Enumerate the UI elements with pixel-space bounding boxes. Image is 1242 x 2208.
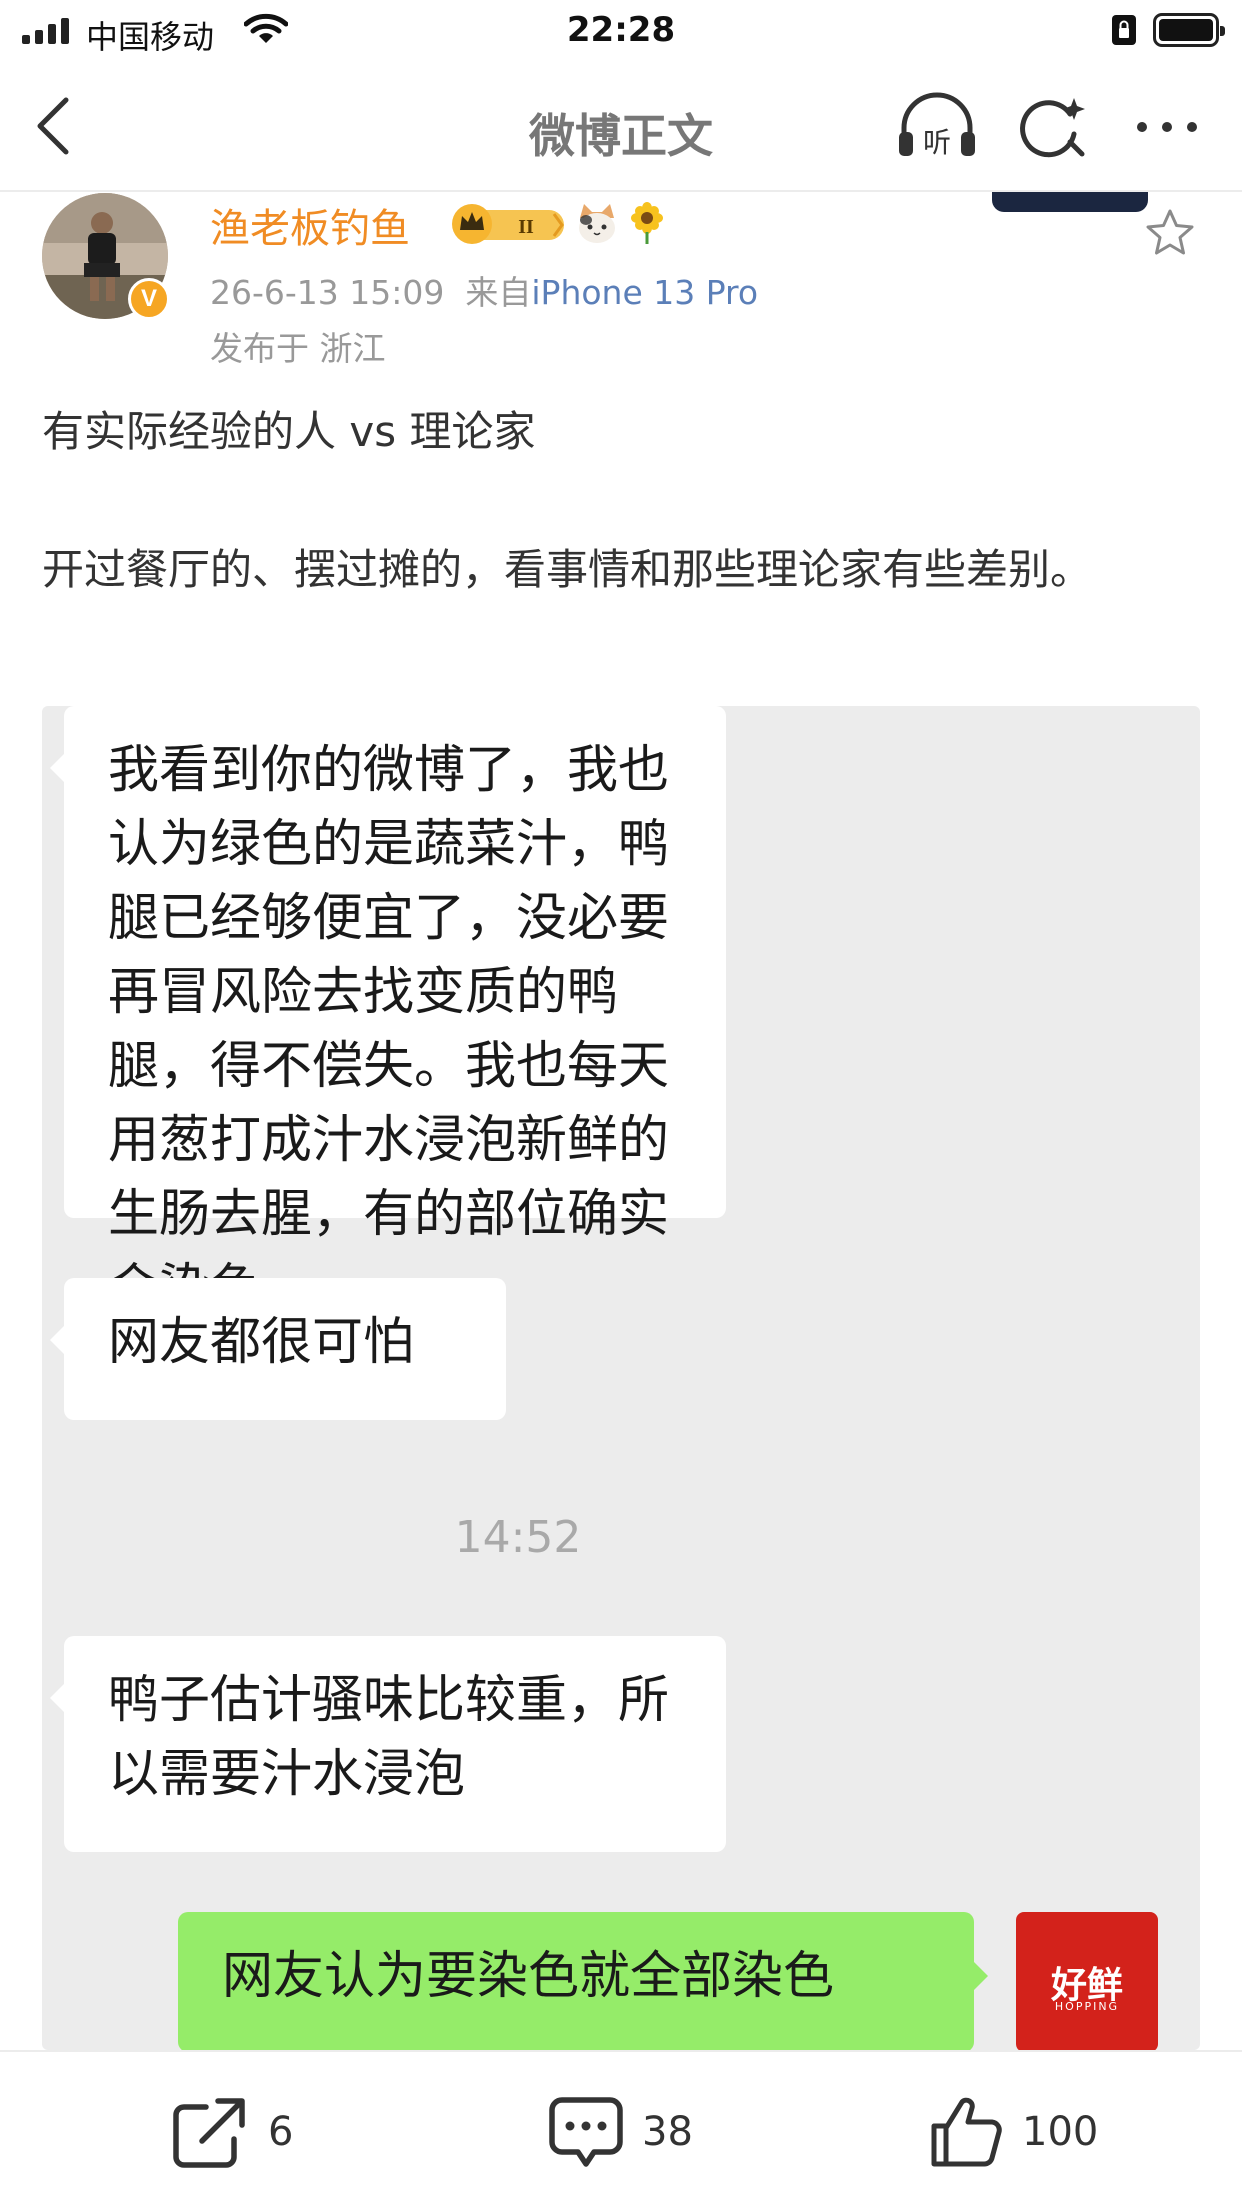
chat-bubble-received: 鸭子估计骚味比较重，所以需要汁水浸泡 [50,1636,726,1852]
status-time: 22:28 [566,10,676,50]
comment-button[interactable]: 38 [548,2092,693,2172]
source-prefix: 来自 [465,273,532,312]
author-name[interactable]: 渔老板钓鱼 [210,196,410,254]
post-paragraph: 有实际经验的人 vs 理论家 [42,407,536,456]
battery-icon [1153,13,1225,47]
listen-icon[interactable]: 听 [896,92,978,162]
sunflower-emoji-icon [631,202,663,244]
share-button[interactable]: 6 [170,2092,293,2172]
post-image[interactable]: 我看到你的微博了，我也认为绿色的是蔬菜汁，鸭腿已经够便宜了，没必要再冒风险去找变… [42,706,1200,2050]
comment-icon [549,2097,623,2167]
share-icon [173,2098,245,2168]
bottom-action-bar: 6 38 100 [0,2050,1242,2208]
more-icon[interactable] [1132,112,1202,142]
chat-time-divider: 14:52 [454,1512,582,1563]
cat-emoji-icon [579,204,615,243]
logo-subtext: HOPPING [1054,2000,1120,2013]
device-link[interactable]: iPhone 13 Pro [531,273,758,312]
svg-text:听: 听 [923,126,951,159]
search-sparkle-icon[interactable] [1020,92,1090,162]
chat-bubble-received: 网友都很可怕 [50,1278,506,1420]
post-paragraph: 开过餐厅的、摆过摊的，看事情和那些理论家有些差别。 [42,545,1093,594]
like-count: 100 [1022,2109,1099,2155]
decorative-banner [992,192,1148,212]
status-bar: 中国移动 22:28 [0,0,1242,62]
like-button[interactable]: 100 [928,2092,1098,2172]
svg-text:II: II [518,216,534,238]
thumbs-up-icon [931,2097,1002,2167]
chat-bubble-received: 我看到你的微博了，我也认为绿色的是蔬菜汁，鸭腿已经够便宜了，没必要再冒风险去找变… [50,706,726,1318]
chat-bubble-sent: 网友认为要染色就全部染色 [178,1912,988,2050]
chat-avatar-logo: 好鲜 HOPPING [1016,1912,1158,2050]
favorite-star-icon[interactable] [1144,208,1196,258]
post-timestamp: 26-6-13 15:09 [210,273,445,312]
vip-level-badge-icon: II [452,204,564,244]
post-location: 发布于 浙江 [210,329,386,368]
comment-count: 38 [642,2109,693,2155]
orientation-lock-icon [1112,15,1136,45]
share-count: 6 [268,2109,294,2155]
verified-badge: V [128,278,170,320]
nav-bar: 微博正文 听 [0,62,1242,192]
post-meta: 26-6-13 15:09 来自iPhone 13 Pro [210,266,758,314]
